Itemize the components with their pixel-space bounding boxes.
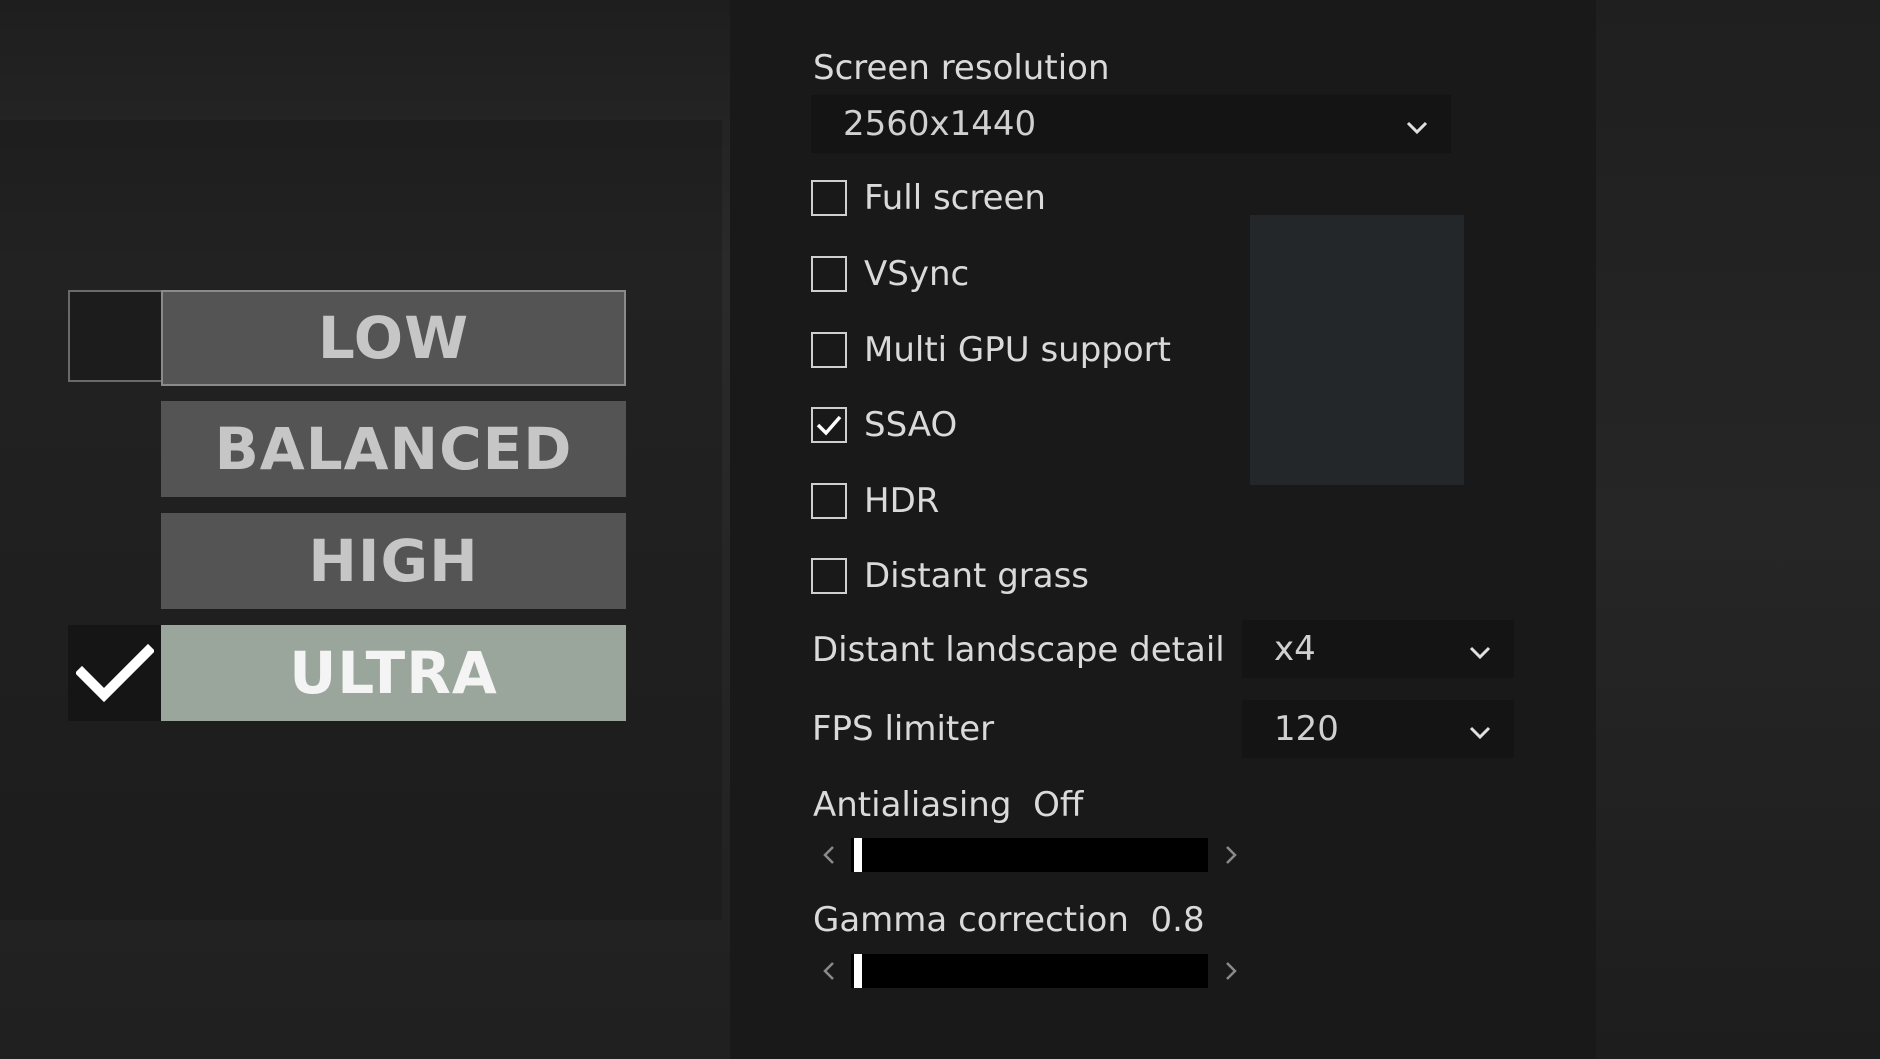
gamma-title: Gamma correction	[813, 900, 1129, 940]
antialiasing-left-arrow-icon[interactable]	[814, 838, 844, 872]
gamma-left-arrow-icon[interactable]	[814, 954, 844, 988]
preset-ultra-button[interactable]: ULTRA	[161, 625, 626, 721]
checkbox-label: Distant grass	[864, 556, 1090, 596]
preset-low-button[interactable]: LOW	[161, 290, 626, 386]
antialiasing-title: Antialiasing	[813, 785, 1012, 825]
preset-high-button[interactable]: HIGH	[161, 513, 626, 609]
checkbox-label: SSAO	[864, 405, 958, 445]
gamma-label: Gamma correction 0.8	[813, 900, 1205, 940]
gamma-slider[interactable]	[851, 954, 1208, 988]
checkbox-label: HDR	[864, 481, 940, 521]
antialiasing-slider[interactable]	[851, 838, 1208, 872]
checkbox-box[interactable]	[811, 483, 847, 519]
checkbox-box[interactable]	[811, 407, 847, 443]
screen-resolution-label: Screen resolution	[813, 48, 1110, 88]
checkbox-label: Multi GPU support	[864, 330, 1171, 370]
chevron-down-icon	[1468, 709, 1492, 749]
checkbox-ssao[interactable]: SSAO	[811, 405, 957, 445]
screen-resolution-dropdown[interactable]: 2560x1440	[811, 95, 1451, 153]
checkbox-box[interactable]	[811, 180, 847, 216]
checkbox-multi-gpu[interactable]: Multi GPU support	[811, 330, 1171, 370]
fps-limiter-dropdown[interactable]: 120	[1242, 700, 1514, 758]
distant-landscape-dropdown[interactable]: x4	[1242, 620, 1514, 678]
checkbox-label: Full screen	[864, 178, 1046, 218]
distant-landscape-label: Distant landscape detail	[812, 630, 1225, 670]
checkbox-hdr[interactable]: HDR	[811, 481, 939, 521]
gamma-slider-thumb[interactable]	[854, 954, 862, 988]
checkbox-label: VSync	[864, 254, 970, 294]
preset-balanced-button[interactable]: BALANCED	[161, 401, 626, 497]
background-window	[1250, 215, 1464, 485]
antialiasing-right-arrow-icon[interactable]	[1216, 838, 1246, 872]
fps-limiter-label: FPS limiter	[812, 709, 995, 749]
checkbox-box[interactable]	[811, 332, 847, 368]
checkbox-full-screen[interactable]: Full screen	[811, 178, 1046, 218]
antialiasing-slider-thumb[interactable]	[854, 838, 862, 872]
check-icon	[68, 625, 162, 721]
checkbox-distant-grass[interactable]: Distant grass	[811, 556, 1089, 596]
background-right	[1596, 0, 1880, 1059]
antialiasing-value: Off	[1033, 785, 1084, 825]
checkbox-box[interactable]	[811, 558, 847, 594]
screen-resolution-value: 2560x1440	[843, 104, 1037, 144]
checkbox-box[interactable]	[811, 256, 847, 292]
preset-low-marker	[68, 290, 162, 382]
chevron-down-icon	[1405, 104, 1429, 144]
chevron-down-icon	[1468, 629, 1492, 669]
antialiasing-label: Antialiasing Off	[813, 785, 1083, 825]
gamma-right-arrow-icon[interactable]	[1216, 954, 1246, 988]
fps-limiter-value: 120	[1274, 709, 1339, 749]
checkbox-vsync[interactable]: VSync	[811, 254, 969, 294]
gamma-value: 0.8	[1150, 900, 1205, 940]
checkmark-icon	[816, 415, 842, 436]
distant-landscape-value: x4	[1274, 629, 1316, 669]
